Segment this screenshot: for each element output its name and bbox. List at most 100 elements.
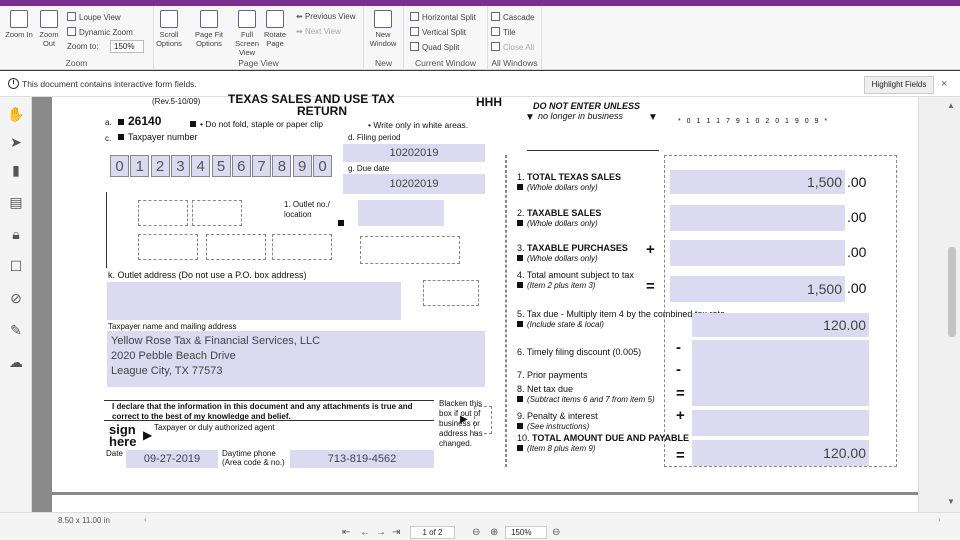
item-number: 3. (517, 243, 525, 253)
select-tool-icon[interactable]: ➤ (7, 133, 25, 151)
full-screen-view-button[interactable]: Full Screen View (232, 10, 262, 57)
outlet-label: 1. Outlet no./ location (284, 200, 330, 219)
outlet-address-field[interactable] (107, 282, 401, 320)
taxpayer-digit[interactable]: 5 (211, 155, 231, 177)
outlet-dashbox-6 (360, 236, 460, 264)
scroll-options-button[interactable]: Scroll Options (154, 10, 184, 48)
horizontal-split-button[interactable]: Horizontal Split (410, 12, 476, 23)
item-amount-field[interactable]: 1,500 (670, 170, 845, 194)
previous-page-icon[interactable]: ← (360, 527, 370, 538)
scroll-down-icon[interactable]: ▼ (947, 497, 955, 506)
item-subtitle: (Whole dollars only) (527, 254, 598, 263)
item-subtitle: (Whole dollars only) (527, 219, 598, 228)
outlet-marker (338, 213, 348, 231)
scroll-up-icon[interactable]: ▲ (947, 101, 955, 110)
zoom-out-status-icon[interactable]: ⊖ (472, 527, 480, 538)
zoom-in-button[interactable]: Zoom In (4, 10, 34, 39)
vertical-split-button[interactable]: Vertical Split (410, 27, 466, 38)
page-view-group-label: Page View (238, 58, 279, 68)
item-amount-field[interactable] (670, 240, 845, 266)
item-amount-field[interactable] (692, 340, 869, 366)
item-subtitle: (Include state & local) (527, 320, 604, 329)
rotate-page-button[interactable]: Rotate Page (260, 10, 290, 48)
zoom-slider-minus-icon[interactable]: ⊖ (552, 527, 560, 538)
vertical-split-icon (410, 27, 419, 36)
previous-view-button[interactable]: ⬅ Previous View (296, 12, 355, 22)
item-amount-field[interactable]: 120.00 (692, 313, 869, 337)
hscroll-right-icon[interactable]: › (938, 515, 941, 524)
signer-line (104, 420, 434, 421)
item-amount-field[interactable] (670, 205, 845, 231)
item-amount-field[interactable] (692, 410, 869, 436)
item-amount-field[interactable] (692, 366, 869, 386)
due-date-field[interactable]: 10202019 (343, 174, 485, 194)
item-number: 6. (517, 347, 525, 357)
marker-square (517, 445, 523, 451)
item-amount-field[interactable] (692, 386, 869, 406)
taxpayer-digit[interactable]: 3 (170, 155, 190, 177)
dynamic-zoom-button[interactable]: Dynamic Zoom (67, 27, 133, 38)
signature-icon[interactable]: ✎ (7, 321, 25, 339)
item-label: 1. TOTAL TEXAS SALES (Whole dollars only) (517, 172, 621, 193)
item-amount-field[interactable]: 1,500 (670, 276, 845, 302)
close-infobar-icon[interactable]: × (941, 78, 947, 90)
bookmark-icon[interactable]: ▮ (7, 161, 25, 179)
item-subtitle: (See instructions) (527, 422, 590, 431)
ribbon-view: Zoom In Zoom Out Loupe View Dynamic Zoom… (0, 6, 960, 70)
item-operator: = (676, 385, 685, 402)
hscroll-left-icon[interactable]: ‹ (144, 515, 147, 524)
pages-icon[interactable]: ▤ (7, 193, 25, 211)
loupe-view-button[interactable]: Loupe View (67, 12, 121, 23)
page-fit-options-button[interactable]: Page Fit Options (194, 10, 224, 48)
zoom-out-button[interactable]: Zoom Out (34, 10, 64, 48)
outlet-number-field[interactable] (358, 200, 444, 226)
zoom-to-select[interactable]: 150% (110, 40, 144, 53)
item-title: TOTAL AMOUNT DUE AND PAYABLE (532, 433, 690, 443)
zoom-in-status-icon[interactable]: ⊕ (490, 527, 498, 538)
page-number-input[interactable]: 1 of 2 (410, 526, 455, 539)
taxpayer-digit[interactable]: 4 (191, 155, 211, 177)
taxpayer-digit[interactable]: 1 (130, 155, 150, 177)
taxpayer-digit[interactable]: 6 (231, 155, 251, 177)
taxpayer-digit[interactable]: 9 (292, 155, 312, 177)
first-page-icon[interactable]: ⇤ (342, 527, 350, 538)
cascade-button[interactable]: Cascade (491, 12, 535, 23)
item-amount-field[interactable]: 120.00 (692, 440, 869, 466)
tile-button[interactable]: Tile (491, 27, 516, 38)
item-operator: - (676, 361, 681, 378)
item-cents: .00 (847, 244, 867, 260)
new-window-button[interactable]: New Window (368, 10, 398, 48)
phone-field[interactable]: 713-819-4562 (290, 450, 434, 468)
taxpayer-name-field[interactable]: Yellow Rose Tax & Financial Services, LL… (107, 331, 485, 387)
item-title: Total amount subject to tax (526, 270, 634, 280)
taxpayer-digit[interactable]: 8 (272, 155, 292, 177)
taxpayer-digit[interactable]: 2 (150, 155, 170, 177)
taxpayer-digit[interactable]: 7 (252, 155, 272, 177)
taxpayer-number-label: Taxpayer number (118, 132, 198, 142)
quad-split-button[interactable]: Quad Split (410, 42, 459, 53)
taxpayer-digit[interactable]: 0 (110, 155, 129, 177)
highlight-fields-button[interactable]: Highlight Fields (864, 76, 934, 94)
comment-icon[interactable]: ☐ (7, 257, 25, 275)
next-page-icon[interactable]: → (376, 527, 386, 538)
last-page-icon[interactable]: ⇥ (392, 527, 400, 538)
scroll-thumb[interactable] (948, 247, 956, 337)
zoom-to-label: Zoom to: (67, 42, 99, 51)
cascade-icon (491, 12, 500, 21)
taxpayer-digit[interactable]: 0 (313, 155, 332, 177)
date-field[interactable]: 09-27-2019 (126, 450, 218, 468)
vertical-scrollbar[interactable]: ▲ ▼ (918, 97, 960, 512)
form-revision: (Rev.5-10/09) (152, 97, 201, 106)
item-number: 7. (517, 370, 525, 380)
layers-icon[interactable]: ☁ (7, 353, 25, 371)
close-all-button[interactable]: Close All (491, 42, 534, 53)
blacken-box[interactable] (474, 406, 492, 434)
lock-icon[interactable]: 🔒︎ (7, 225, 25, 243)
filing-period-field[interactable]: 10202019 (343, 144, 485, 162)
hand-tool-icon[interactable]: ✋ (7, 105, 25, 123)
next-view-button[interactable]: ➡ Next View (296, 27, 341, 37)
attachment-icon[interactable]: ⊘ (7, 289, 25, 307)
barcode-digits: * 0 1 1 1 7 9 1 0 2 0 1 9 0 9 * (678, 118, 830, 125)
zoom-level-select[interactable]: 150% (505, 526, 547, 539)
item-title: Penalty & interest (527, 411, 598, 421)
